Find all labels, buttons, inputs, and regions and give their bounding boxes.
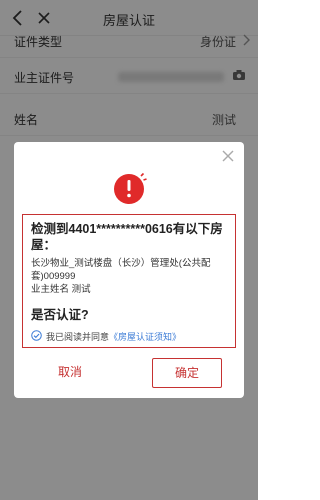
agreement-label: 我已阅读并同意 [46, 332, 110, 342]
property-info-box: 检测到4401**********0616有以下房屋： 长沙物业_测试楼盘（长沙… [22, 214, 236, 348]
confirm-button[interactable]: 确定 [152, 358, 222, 388]
check-circle-icon[interactable] [31, 330, 42, 341]
confirm-dialog: 检测到4401**********0616有以下房屋： 长沙物业_测试楼盘（长沙… [14, 142, 244, 398]
alert-icon [114, 172, 147, 204]
cancel-button[interactable]: 取消 [30, 358, 110, 388]
agreement-link[interactable]: 《房屋认证须知》 [109, 332, 181, 342]
owner-name: 测试 [71, 284, 91, 295]
property-name: 长沙物业_测试楼盘（长沙）管理处(公共配套)009999 [31, 258, 211, 282]
agreement-row[interactable]: 我已阅读并同意《房屋认证须知》 [31, 329, 227, 343]
close-icon[interactable] [222, 150, 234, 162]
owner-label: 业主姓名 [31, 284, 70, 295]
detected-title: 检测到4401**********0616有以下房屋： [31, 222, 223, 252]
owner-line: 业主姓名 测试 [31, 283, 227, 296]
agreement-text: 我已阅读并同意《房屋认证须知》 [46, 330, 181, 343]
confirm-question: 是否认证? [31, 308, 89, 322]
